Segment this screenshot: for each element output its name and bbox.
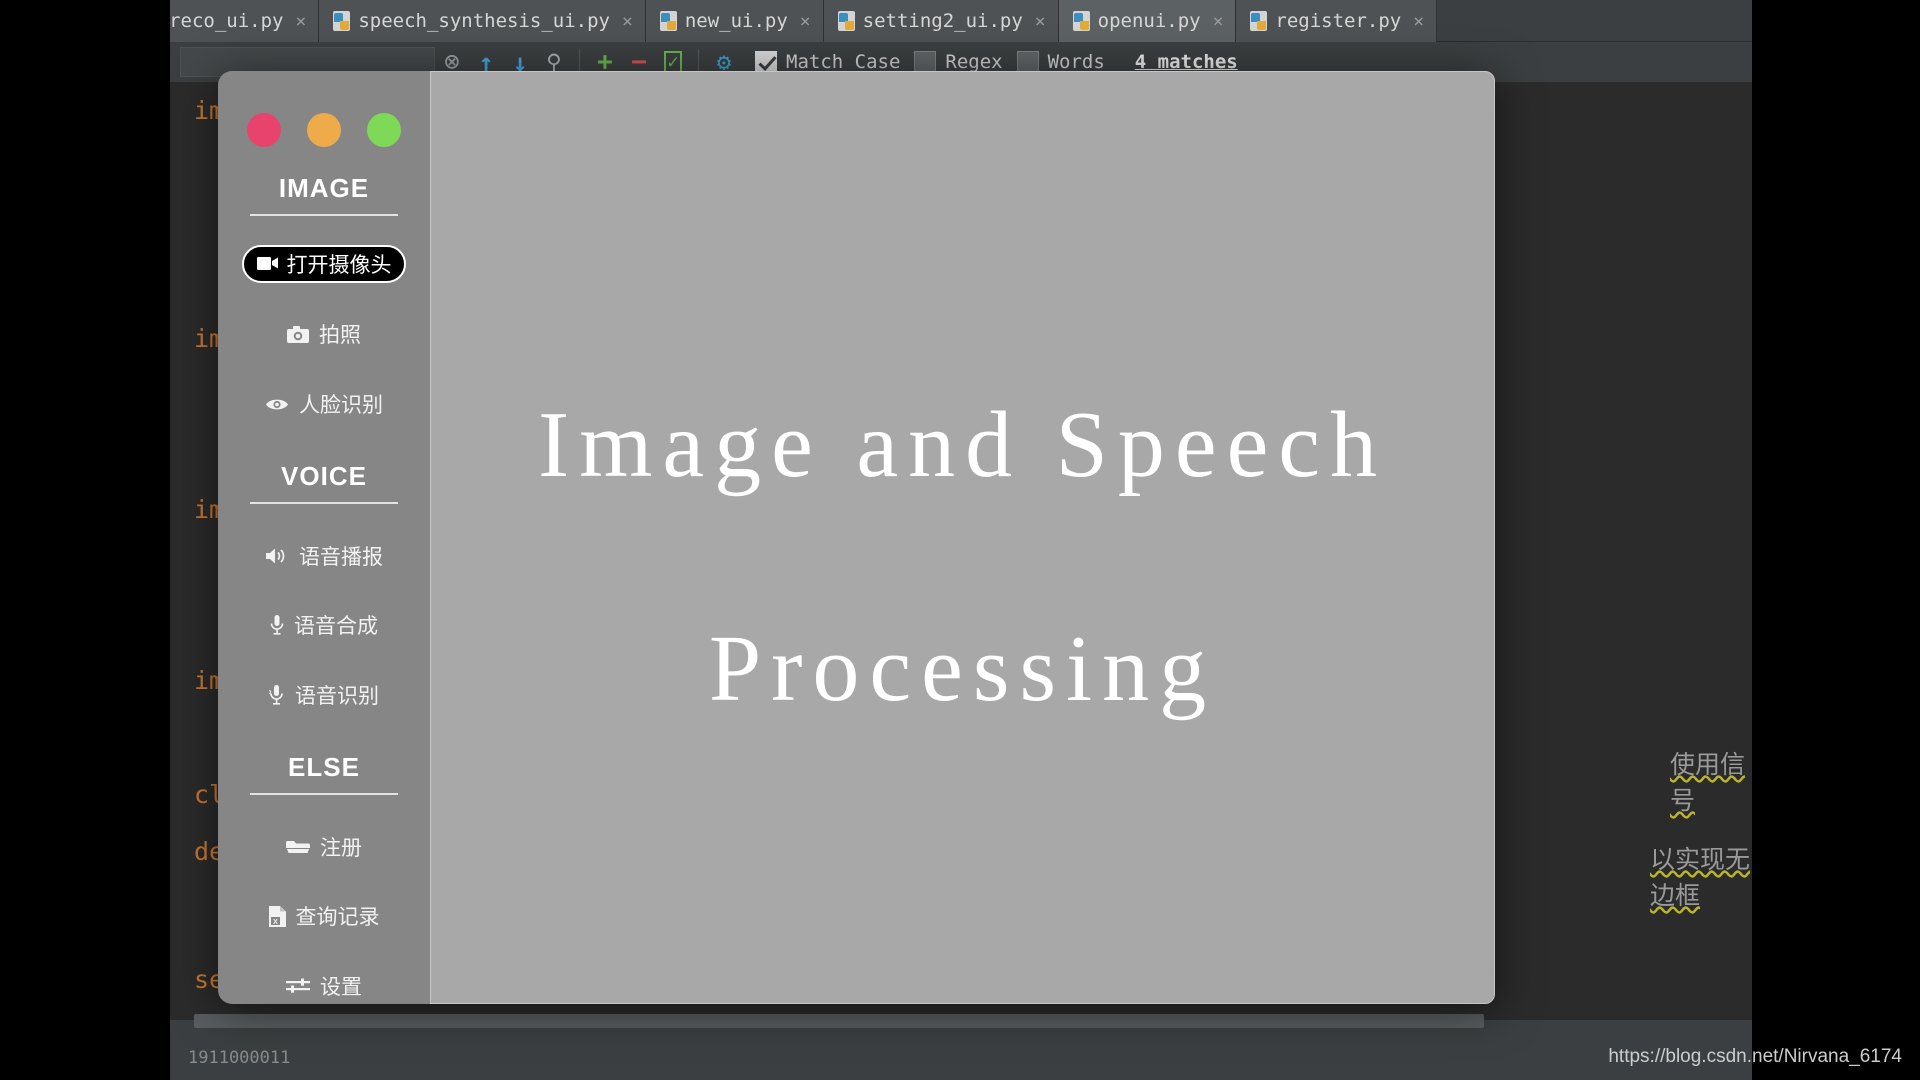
window-controls	[247, 113, 401, 147]
maximize-button[interactable]	[367, 113, 401, 147]
sidebar-item-label: 语音合成	[294, 615, 378, 639]
section-divider	[250, 793, 398, 795]
app-content-area: Image and Speech Processing	[430, 71, 1495, 1004]
open-camera-button[interactable]: 打开摄像头	[242, 244, 406, 283]
watermark-url: https://blog.csdn.net/Nirvana_6174	[1608, 1046, 1902, 1067]
status-bar: 1911000011	[170, 1036, 1752, 1080]
microphone-icon	[270, 615, 284, 636]
close-icon[interactable]: ×	[1035, 11, 1046, 32]
section-divider	[250, 502, 398, 504]
editor-tab-speech-synthesis-ui[interactable]: speech_synthesis_ui.py ×	[319, 0, 646, 42]
video-camera-icon	[256, 257, 278, 271]
sliders-icon	[286, 978, 310, 993]
python-file-icon	[659, 11, 677, 31]
microphone-icon	[269, 685, 283, 705]
sidebar-item-settings[interactable]: 设置	[218, 968, 430, 1004]
folder-icon	[286, 840, 310, 853]
sidebar-item-speech-synthesis[interactable]: 语音合成	[218, 608, 430, 644]
headline-line-2: Processing	[708, 616, 1217, 721]
match-count-label: 4 matches	[1134, 51, 1238, 73]
sidebar-item-query-records[interactable]: X 查询记录	[218, 899, 430, 935]
screen: speech_reco_ui.py × speech_synthesis_ui.…	[0, 0, 1920, 1080]
editor-tab-register[interactable]: register.py ×	[1236, 0, 1438, 42]
sidebar-item-label: 设置	[320, 976, 362, 1000]
close-icon[interactable]: ×	[1413, 11, 1424, 32]
python-file-icon	[333, 11, 351, 31]
sidebar-item-label: 注册	[320, 836, 362, 860]
sidebar-item-face-recognition[interactable]: 人脸识别	[218, 386, 430, 422]
editor-tab-bar: speech_reco_ui.py × speech_synthesis_ui.…	[170, 0, 1752, 42]
sidebar-item-register[interactable]: 注册	[218, 829, 430, 865]
editor-tab-label: setting2_ui.py	[862, 10, 1023, 32]
editor-tab-label: speech_synthesis_ui.py	[358, 10, 610, 32]
words-checkbox[interactable]	[1016, 51, 1039, 73]
editor-tab-label: register.py	[1275, 10, 1402, 32]
headline-line-1: Image and Speech	[537, 393, 1388, 498]
sidebar-item-speech-recognition[interactable]: 语音识别	[218, 677, 430, 713]
editor-tab-setting2-ui[interactable]: setting2_ui.py ×	[823, 0, 1059, 42]
editor-tab-speech-reco-ui[interactable]: speech_reco_ui.py ×	[170, 0, 320, 42]
section-divider	[250, 214, 398, 216]
open-camera-label: 打开摄像头	[286, 253, 392, 277]
section-title-image: IMAGE	[278, 173, 370, 203]
sidebar-item-voice-broadcast[interactable]: 语音播报	[218, 538, 430, 574]
sidebar-item-take-photo[interactable]: 拍照	[218, 317, 430, 353]
svg-text:X: X	[273, 919, 278, 926]
minimize-button[interactable]	[307, 113, 341, 147]
match-case-checkbox[interactable]	[755, 51, 777, 73]
close-icon[interactable]: ×	[295, 11, 306, 32]
python-file-icon	[837, 11, 855, 31]
sidebar-item-label: 语音播报	[299, 545, 383, 569]
horizontal-scrollbar[interactable]	[194, 1014, 1484, 1028]
section-title-else: ELSE	[288, 752, 360, 783]
editor-tab-label: openui.py	[1097, 10, 1201, 32]
app-window: IMAGE 打开摄像头 拍照 人脸识别 VOICE 语音播报 语音合成 语音识别…	[218, 71, 1495, 1004]
words-label: Words	[1047, 51, 1105, 73]
section-title-voice: VOICE	[281, 461, 367, 492]
regex-label: Regex	[945, 51, 1003, 73]
editor-tab-new-ui[interactable]: new_ui.py ×	[645, 0, 824, 42]
python-file-icon	[1250, 11, 1268, 31]
match-case-label: Match Case	[786, 51, 901, 73]
editor-tab-label: speech_reco_ui.py	[170, 10, 284, 32]
eye-icon	[266, 399, 288, 410]
editor-tab-openui[interactable]: openui.py ×	[1058, 0, 1237, 42]
camera-icon	[287, 325, 309, 343]
sidebar-item-label: 拍照	[319, 324, 361, 348]
close-icon[interactable]: ×	[1213, 11, 1224, 32]
sidebar-item-label: 查询记录	[295, 906, 380, 930]
close-icon[interactable]: ×	[800, 11, 811, 32]
close-button[interactable]	[247, 113, 281, 147]
speaker-icon	[266, 548, 285, 564]
python-file-icon	[1072, 11, 1090, 31]
sidebar-item-label: 语音识别	[295, 685, 379, 709]
excel-file-icon: X	[268, 905, 286, 927]
close-icon[interactable]: ×	[622, 11, 633, 32]
status-text: 1911000011	[188, 1048, 291, 1068]
code-note-1: 使用信号	[1670, 750, 1746, 815]
regex-checkbox[interactable]	[914, 51, 937, 73]
app-sidebar: IMAGE 打开摄像头 拍照 人脸识别 VOICE 语音播报 语音合成 语音识别…	[218, 71, 430, 1004]
code-note-2: 以实现无边框	[1650, 845, 1751, 910]
editor-tab-label: new_ui.py	[684, 10, 788, 32]
sidebar-item-label: 人脸识别	[299, 394, 383, 418]
